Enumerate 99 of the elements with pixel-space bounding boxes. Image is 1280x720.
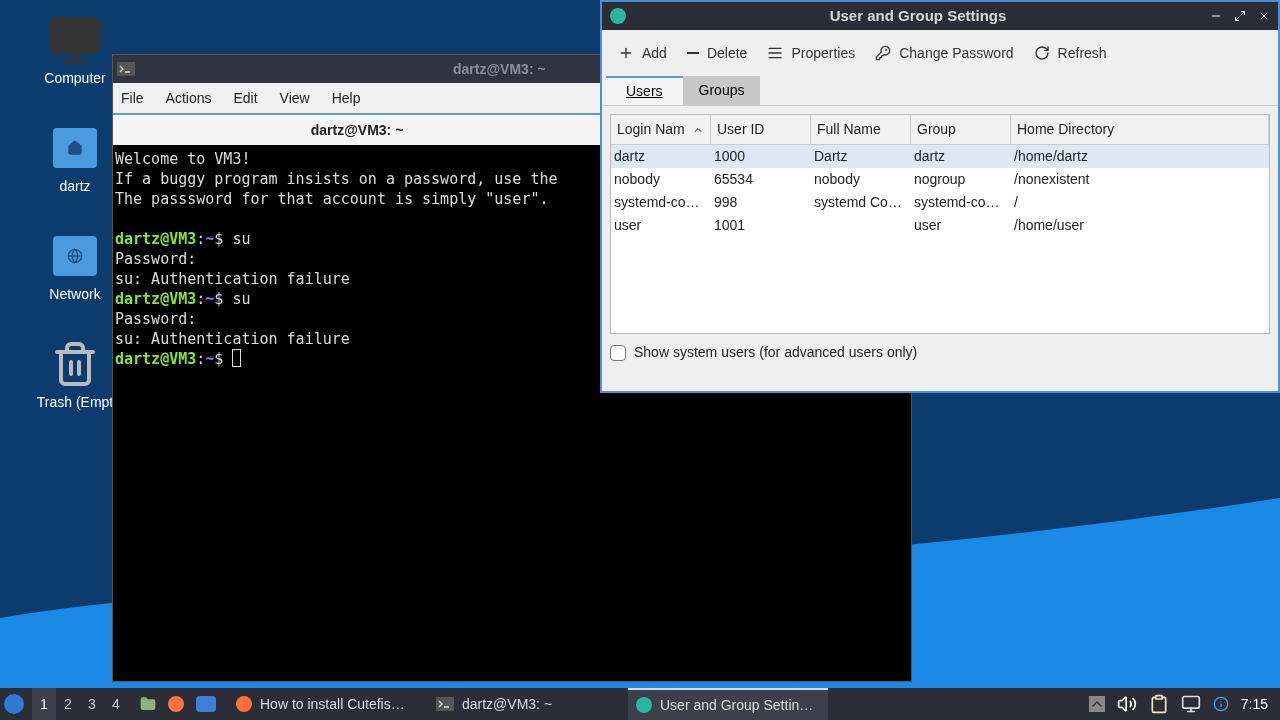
plus-icon bbox=[618, 45, 634, 61]
table-cell-text: 65534 bbox=[714, 170, 753, 189]
toolbar-button[interactable]: Refresh bbox=[1033, 42, 1107, 64]
prompt-sign: $ bbox=[214, 349, 224, 369]
terminal-output-line: su: Authentication failure bbox=[115, 329, 350, 349]
prompt-path: ~ bbox=[205, 289, 215, 309]
browser-icon[interactable] bbox=[168, 696, 184, 712]
terminal-output-line: If a buggy program insists on a password, use the bbox=[115, 169, 558, 189]
table-cell-text: /nonexistent bbox=[1014, 170, 1090, 189]
table-cell-text: nogroup bbox=[914, 170, 966, 189]
table-cell-text: / bbox=[1014, 193, 1018, 212]
window-title: User and Group Settings bbox=[828, 5, 1008, 26]
workspace-button[interactable]: 2 bbox=[56, 688, 80, 720]
table-cell-text: Dartz bbox=[814, 147, 848, 166]
desktop-icon-label[interactable]: Trash (Empt bbox=[36, 392, 114, 413]
terminal-output-line: The passsword for that account is simply "user". bbox=[115, 189, 549, 209]
volume-icon[interactable] bbox=[1116, 694, 1137, 714]
table-cell-text: /home/dartz bbox=[1014, 147, 1088, 166]
menu-item[interactable]: Edit bbox=[233, 87, 258, 109]
column-header[interactable]: Full Name bbox=[811, 115, 911, 144]
menu-item[interactable]: File bbox=[121, 87, 144, 109]
column-header[interactable]: Group bbox=[911, 115, 1011, 144]
terminal-tab[interactable]: dartz@VM3: ~ bbox=[113, 113, 601, 145]
terminal-output-line: Welcome to VM3! bbox=[115, 149, 251, 169]
key-icon bbox=[875, 45, 892, 61]
table-cell-text: nobody bbox=[814, 170, 860, 189]
home-folder-icon bbox=[53, 128, 97, 168]
browser-icon bbox=[236, 696, 252, 712]
prompt-path: ~ bbox=[205, 349, 215, 369]
app-logo-icon bbox=[636, 697, 652, 713]
folder-icon[interactable] bbox=[140, 696, 156, 712]
workspace-button[interactable]: 4 bbox=[104, 688, 128, 720]
table-cell-text: dartz bbox=[614, 147, 646, 166]
column-header[interactable]: Home Directory bbox=[1011, 115, 1269, 144]
table-cell-text: 998 bbox=[714, 193, 738, 212]
table-row[interactable]: nobody 65534 nobody nogroup /nonexistent bbox=[611, 168, 1269, 191]
window-title: dartz@VM3: ~ bbox=[453, 59, 546, 79]
table-row[interactable]: user 1001 user /home/user bbox=[611, 214, 1269, 237]
toolbar-button[interactable]: Properties bbox=[767, 42, 856, 64]
table-row[interactable]: systemd-co… 998 systemd Co… systemd-co… / bbox=[611, 191, 1269, 214]
menu-item[interactable]: Actions bbox=[165, 87, 212, 109]
prompt-user-host: dartz@VM3 bbox=[115, 289, 197, 309]
prompt-sign: $ bbox=[214, 229, 224, 249]
workspace-button[interactable]: 3 bbox=[80, 688, 104, 720]
tray-expand-icon[interactable] bbox=[1088, 696, 1105, 712]
workspace-button[interactable]: 1 bbox=[32, 688, 56, 720]
checkbox-label[interactable]: Show system users (for advanced users only) bbox=[634, 342, 918, 363]
terminal-output-line: Password: bbox=[115, 309, 197, 329]
prompt-user-host: dartz@VM3 bbox=[115, 349, 197, 369]
menu-item[interactable]: Help bbox=[331, 87, 361, 109]
table-cell-text: systemd-co… bbox=[614, 193, 700, 212]
menu-item[interactable]: View bbox=[279, 87, 310, 109]
desktop-icon-label[interactable]: Computer bbox=[44, 68, 106, 89]
close-icon[interactable] bbox=[1258, 10, 1270, 22]
table-cell-text: 1001 bbox=[714, 216, 746, 235]
prompt-path: ~ bbox=[205, 229, 215, 249]
table-cell-text: 1000 bbox=[714, 147, 746, 166]
list-icon bbox=[767, 45, 784, 61]
toolbar-button[interactable]: Change Password bbox=[875, 42, 1014, 64]
refresh-icon bbox=[1033, 45, 1050, 61]
command-text: su bbox=[232, 289, 251, 309]
table-cell-text: systemd-co… bbox=[914, 193, 1000, 212]
prompt-separator: : bbox=[196, 229, 206, 249]
desktop-icon-label[interactable]: Network bbox=[49, 284, 101, 305]
maximize-icon[interactable] bbox=[1234, 10, 1246, 22]
network-folder-icon bbox=[53, 236, 97, 276]
toolbar-button[interactable]: Delete bbox=[686, 42, 748, 64]
table-cell-text: systemd Co… bbox=[814, 193, 902, 212]
notification-icon[interactable] bbox=[1212, 696, 1229, 712]
network-icon[interactable] bbox=[1180, 694, 1201, 714]
tab[interactable]: Groups bbox=[682, 76, 761, 105]
table-cell-text: user bbox=[614, 216, 642, 235]
start-menu-icon[interactable] bbox=[4, 694, 24, 714]
table-cell-text: nobody bbox=[614, 170, 660, 189]
table-cell-text: user bbox=[914, 216, 942, 235]
app-logo-icon bbox=[610, 8, 626, 24]
minus-icon bbox=[686, 52, 699, 54]
terminal-icon bbox=[117, 62, 135, 76]
taskbar-task[interactable]: User and Group Settin… bbox=[628, 688, 828, 720]
desktop-icon-label[interactable]: dartz bbox=[59, 176, 91, 197]
terminal-output-line: su: Authentication failure bbox=[115, 269, 350, 289]
table-cell-text: dartz bbox=[914, 147, 946, 166]
column-header[interactable]: Login Nam bbox=[611, 115, 711, 144]
clock[interactable]: 7:15 bbox=[1240, 693, 1268, 715]
checkbox[interactable] bbox=[610, 344, 626, 361]
prompt-sign: $ bbox=[214, 289, 224, 309]
taskbar-task[interactable]: How to install Cutefis… bbox=[228, 688, 428, 720]
table-row[interactable]: dartz 1000 Dartz dartz /home/dartz bbox=[611, 145, 1269, 168]
toolbar-button[interactable]: Add bbox=[618, 42, 667, 64]
table-cell-text: /home/user bbox=[1014, 216, 1085, 235]
command-text: su bbox=[232, 229, 251, 249]
prompt-user-host: dartz@VM3 bbox=[115, 229, 197, 249]
prompt-separator: : bbox=[196, 349, 206, 369]
tab[interactable]: Users bbox=[606, 76, 683, 105]
taskbar-task[interactable]: dartz@VM3: ~ bbox=[428, 688, 628, 720]
prompt-separator: : bbox=[196, 289, 206, 309]
terminal-icon bbox=[436, 697, 454, 711]
column-header[interactable]: User ID bbox=[711, 115, 811, 144]
terminal-output-line: Password: bbox=[115, 249, 197, 269]
